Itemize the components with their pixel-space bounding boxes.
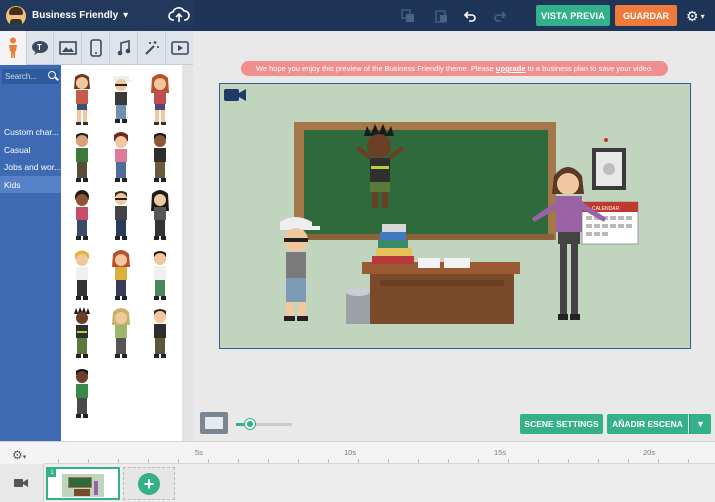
character-thumbnail[interactable] — [145, 131, 175, 185]
category-kids[interactable]: Kids — [0, 176, 61, 193]
character-thumbnail[interactable] — [67, 189, 97, 243]
character-scrollbar[interactable] — [182, 65, 193, 441]
category-jobs-and-work[interactable]: Jobs and wor... — [0, 158, 61, 175]
chevron-down-icon: ▾ — [123, 10, 129, 21]
plus-icon[interactable]: + — [138, 472, 160, 495]
preview-button[interactable]: VISTA PREVIA — [536, 5, 610, 26]
image-icon — [59, 41, 77, 55]
chevron-down-icon[interactable]: ▼ — [689, 414, 711, 434]
theme-name: Business Friendly — [32, 10, 119, 21]
tab-effects[interactable] — [139, 31, 166, 65]
tab-video[interactable] — [167, 31, 193, 65]
character-thumbnail[interactable] — [67, 367, 97, 421]
category-list: Search... Custom char... Casual Jobs and… — [0, 65, 61, 441]
tick-label: 15s — [494, 448, 507, 457]
character-thumbnail[interactable] — [145, 249, 175, 303]
classroom-scene: CALENDAR — [280, 122, 639, 324]
timeline-ruler[interactable]: 5s 10s 15s 20s — [44, 442, 715, 464]
asset-tabs: T — [0, 31, 193, 65]
character-thumbnail[interactable] — [106, 131, 136, 185]
character-thumbnail[interactable] — [106, 307, 136, 361]
scene-number: 1 — [48, 469, 56, 477]
video-camera-icon — [14, 479, 28, 487]
save-button[interactable]: GUARDAR — [615, 5, 677, 26]
search-icon[interactable] — [48, 71, 56, 79]
top-bar: Business Friendly ▾ VISTA PREVIA GUARDAR… — [0, 0, 715, 31]
scene-track: 1 + — [44, 464, 715, 502]
character-thumbnail[interactable] — [67, 131, 97, 185]
character-thumbnail[interactable] — [106, 189, 136, 243]
scene-settings-button[interactable]: SCENE SETTINGS — [520, 414, 603, 434]
character-thumbnail[interactable] — [67, 307, 97, 361]
tick-label: 20s — [643, 448, 656, 457]
undo-icon[interactable] — [460, 6, 480, 26]
timeline-gear-icon[interactable]: ⚙▾ — [12, 448, 26, 462]
search-input[interactable]: Search... — [2, 69, 59, 84]
settings-gear-icon[interactable]: ⚙ ▾ — [686, 6, 712, 26]
scene-thumbnail-preview — [62, 474, 104, 497]
timeline: ⚙▾ 5s 10s 15s 20s 1 + — [0, 441, 715, 502]
character-thumbnail[interactable] — [145, 307, 175, 361]
add-scene-button[interactable]: AÑADIR ESCENA — [607, 414, 688, 434]
copy-icon[interactable] — [398, 6, 418, 26]
character-grid — [61, 65, 182, 441]
character-thumbnail[interactable] — [67, 73, 97, 127]
paste-icon[interactable] — [431, 6, 451, 26]
tick-label: 5s — [195, 448, 203, 457]
scene-thumbnail[interactable]: 1 — [46, 467, 120, 500]
category-custom-characters[interactable]: Custom char... — [0, 123, 61, 140]
upgrade-link[interactable]: upgrade — [496, 64, 526, 73]
tab-devices[interactable] — [83, 31, 110, 65]
tab-music[interactable] — [111, 31, 138, 65]
theme-selector[interactable]: Business Friendly ▾ — [0, 0, 193, 31]
banner-text-prefix: We hope you enjoy this preview of the Bu… — [255, 64, 494, 73]
character-thumbnail[interactable] — [67, 249, 97, 303]
category-casual[interactable]: Casual — [0, 141, 61, 158]
character-thumbnail[interactable] — [106, 249, 136, 303]
svg-text:T: T — [37, 43, 42, 52]
character-thumbnail[interactable] — [145, 189, 175, 243]
zoom-slider-handle[interactable] — [245, 419, 255, 429]
phone-icon — [90, 39, 102, 57]
video-icon — [171, 41, 189, 55]
timeline-track-header — [0, 464, 44, 502]
monitor-icon[interactable] — [200, 412, 228, 434]
redo-icon[interactable] — [490, 6, 510, 26]
tab-text[interactable]: T — [27, 31, 54, 65]
tab-characters[interactable] — [0, 31, 27, 65]
character-thumbnail[interactable] — [145, 73, 175, 127]
tick-label: 10s — [344, 448, 357, 457]
tab-images[interactable] — [55, 31, 82, 65]
add-scene-slot[interactable]: + — [123, 467, 175, 500]
calendar-label: CALENDAR — [592, 206, 620, 212]
upgrade-banner: We hope you enjoy this preview of the Bu… — [241, 61, 668, 76]
app-root: Business Friendly ▾ VISTA PREVIA GUARDAR… — [0, 0, 715, 502]
theme-avatar-icon — [6, 5, 26, 26]
speech-bubble-icon: T — [32, 41, 48, 55]
music-note-icon — [117, 40, 131, 56]
character-thumbnail[interactable] — [106, 73, 136, 127]
magic-wand-icon — [145, 41, 159, 55]
scene-canvas[interactable]: CALENDAR — [219, 83, 691, 349]
cloud-upload-icon[interactable] — [168, 4, 190, 26]
person-icon — [9, 37, 17, 58]
asset-panel: T Search... Custom char... Casual Jobs a… — [0, 31, 193, 441]
banner-text-suffix: to a business plan to save your video. — [527, 64, 654, 73]
search-placeholder: Search... — [5, 72, 38, 81]
